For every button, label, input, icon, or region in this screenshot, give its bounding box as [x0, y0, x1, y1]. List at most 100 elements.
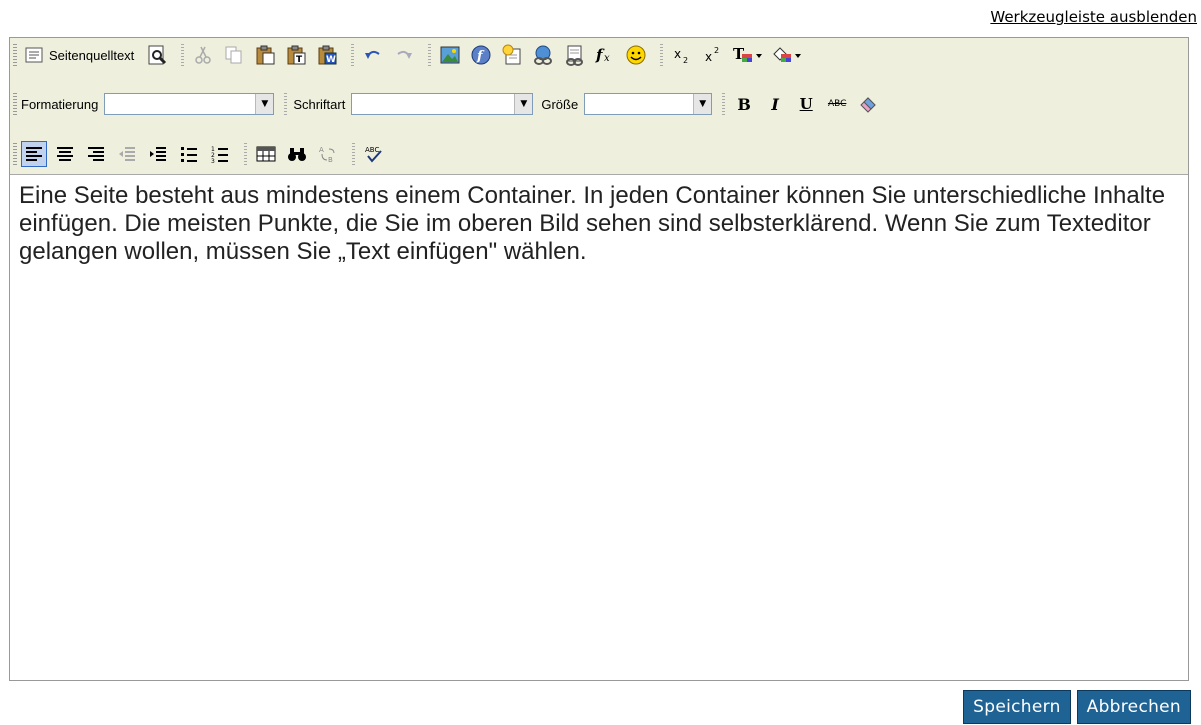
svg-text:2: 2	[683, 56, 688, 65]
background-color-button[interactable]	[770, 42, 804, 68]
underline-button[interactable]: U	[793, 91, 819, 117]
toolbar-row-1: Seitenquelltext T W f f x x 2 x 2 T	[10, 40, 809, 70]
svg-text:3: 3	[211, 158, 215, 164]
redo-icon	[397, 50, 413, 59]
undo-button[interactable]	[360, 42, 386, 68]
format-select-value	[105, 94, 255, 114]
source-label: Seitenquelltext	[49, 47, 135, 63]
svg-text:A: A	[319, 146, 324, 154]
toolbar-separator	[722, 93, 726, 115]
svg-text:ABC: ABC	[365, 146, 379, 154]
italic-button[interactable]: I	[762, 91, 788, 117]
svg-text:W: W	[326, 55, 336, 65]
document-link-icon	[566, 45, 584, 66]
align-center-button[interactable]	[52, 141, 78, 167]
smiley-button[interactable]	[623, 42, 649, 68]
cut-button[interactable]	[190, 42, 216, 68]
strikethrough-button[interactable]: ABC	[824, 91, 850, 117]
chevron-down-icon[interactable]: ▼	[514, 94, 533, 114]
link-button[interactable]	[530, 42, 556, 68]
toolbar-grip[interactable]	[13, 44, 17, 66]
size-label: Größe	[541, 96, 579, 112]
smiley-icon	[626, 45, 646, 65]
spellcheck-button[interactable]: ABC	[361, 141, 387, 167]
format-select[interactable]: ▼	[104, 93, 275, 115]
source-button[interactable]: Seitenquelltext	[21, 42, 144, 68]
paint-bucket-icon	[773, 47, 802, 62]
numbered-list-button[interactable]: 123	[207, 141, 233, 167]
editor-toolbar: Seitenquelltext T W f f x x 2 x 2 T Form…	[10, 38, 1188, 175]
template-button[interactable]	[499, 42, 525, 68]
bold-icon: B	[737, 94, 751, 114]
preview-icon	[148, 45, 167, 65]
chevron-down-icon[interactable]: ▼	[693, 94, 712, 114]
paste-button[interactable]	[252, 42, 278, 68]
flash-button[interactable]: f	[468, 42, 494, 68]
paste-word-button[interactable]: W	[314, 42, 340, 68]
bullet-list-button[interactable]	[176, 141, 202, 167]
text-color-button[interactable]: T	[731, 42, 765, 68]
document-link-button[interactable]	[561, 42, 587, 68]
find-button[interactable]	[284, 141, 310, 167]
toolbar-separator	[284, 93, 288, 115]
save-button[interactable]: Speichern	[963, 690, 1071, 724]
toolbar-separator	[428, 44, 432, 66]
format-label: Formatierung	[21, 96, 99, 112]
size-select[interactable]: ▼	[584, 93, 713, 115]
copy-button[interactable]	[221, 42, 247, 68]
paste-text-icon: T	[287, 45, 306, 65]
rich-text-editor: Seitenquelltext T W f f x x 2 x 2 T Form…	[9, 37, 1189, 681]
table-icon	[256, 146, 276, 162]
align-right-icon	[88, 147, 104, 161]
align-right-button[interactable]	[83, 141, 109, 167]
chevron-down-icon[interactable]: ▼	[255, 94, 274, 114]
flash-icon: f	[471, 45, 491, 65]
template-icon	[502, 44, 521, 65]
replace-button[interactable]: AB	[315, 141, 341, 167]
paste-text-button[interactable]: T	[283, 42, 309, 68]
toolbar-grip[interactable]	[13, 93, 17, 115]
indent-icon	[150, 147, 166, 161]
remove-format-button[interactable]	[855, 91, 881, 117]
bullet-list-icon	[181, 147, 197, 162]
formula-icon: fx	[595, 46, 610, 64]
toolbar-separator	[244, 143, 247, 165]
toolbar-grip[interactable]	[13, 143, 17, 165]
subscript-button[interactable]: x2	[669, 42, 695, 68]
svg-text:2: 2	[714, 46, 719, 55]
svg-text:T: T	[296, 55, 303, 65]
underline-icon: U	[799, 95, 813, 113]
superscript-icon: x2	[705, 46, 719, 64]
redo-button[interactable]	[391, 42, 417, 68]
hide-toolbar-link[interactable]: Werkzeugleiste ausblenden	[990, 8, 1197, 26]
font-select-value	[352, 94, 514, 114]
svg-text:x: x	[705, 50, 712, 64]
align-left-icon	[26, 147, 42, 161]
table-button[interactable]	[253, 141, 279, 167]
indent-button[interactable]	[145, 141, 171, 167]
copy-icon	[225, 46, 242, 64]
image-icon	[440, 46, 460, 64]
editor-content[interactable]: Eine Seite besteht aus mindestens einem …	[19, 182, 1180, 266]
toolbar-row-3: 123 AB ABC	[10, 139, 392, 169]
toolbar-separator	[352, 143, 355, 165]
toolbar-separator	[181, 44, 185, 66]
cancel-button[interactable]: Abbrechen	[1076, 690, 1191, 724]
formula-button[interactable]: fx	[592, 42, 618, 68]
svg-text:x: x	[674, 47, 681, 61]
paste-icon	[256, 45, 275, 65]
outdent-icon	[119, 147, 135, 161]
bold-button[interactable]: B	[731, 91, 757, 117]
image-button[interactable]	[437, 42, 463, 68]
superscript-button[interactable]: x2	[700, 42, 726, 68]
size-select-value	[585, 94, 693, 114]
toolbar-separator	[351, 44, 355, 66]
font-select[interactable]: ▼	[351, 93, 534, 115]
source-icon	[25, 47, 43, 63]
strikethrough-icon: ABC	[827, 99, 847, 109]
align-left-button[interactable]	[21, 141, 47, 167]
font-label: Schriftart	[293, 96, 346, 112]
outdent-button[interactable]	[114, 141, 140, 167]
subscript-icon: x2	[674, 47, 688, 65]
preview-button[interactable]	[144, 42, 170, 68]
